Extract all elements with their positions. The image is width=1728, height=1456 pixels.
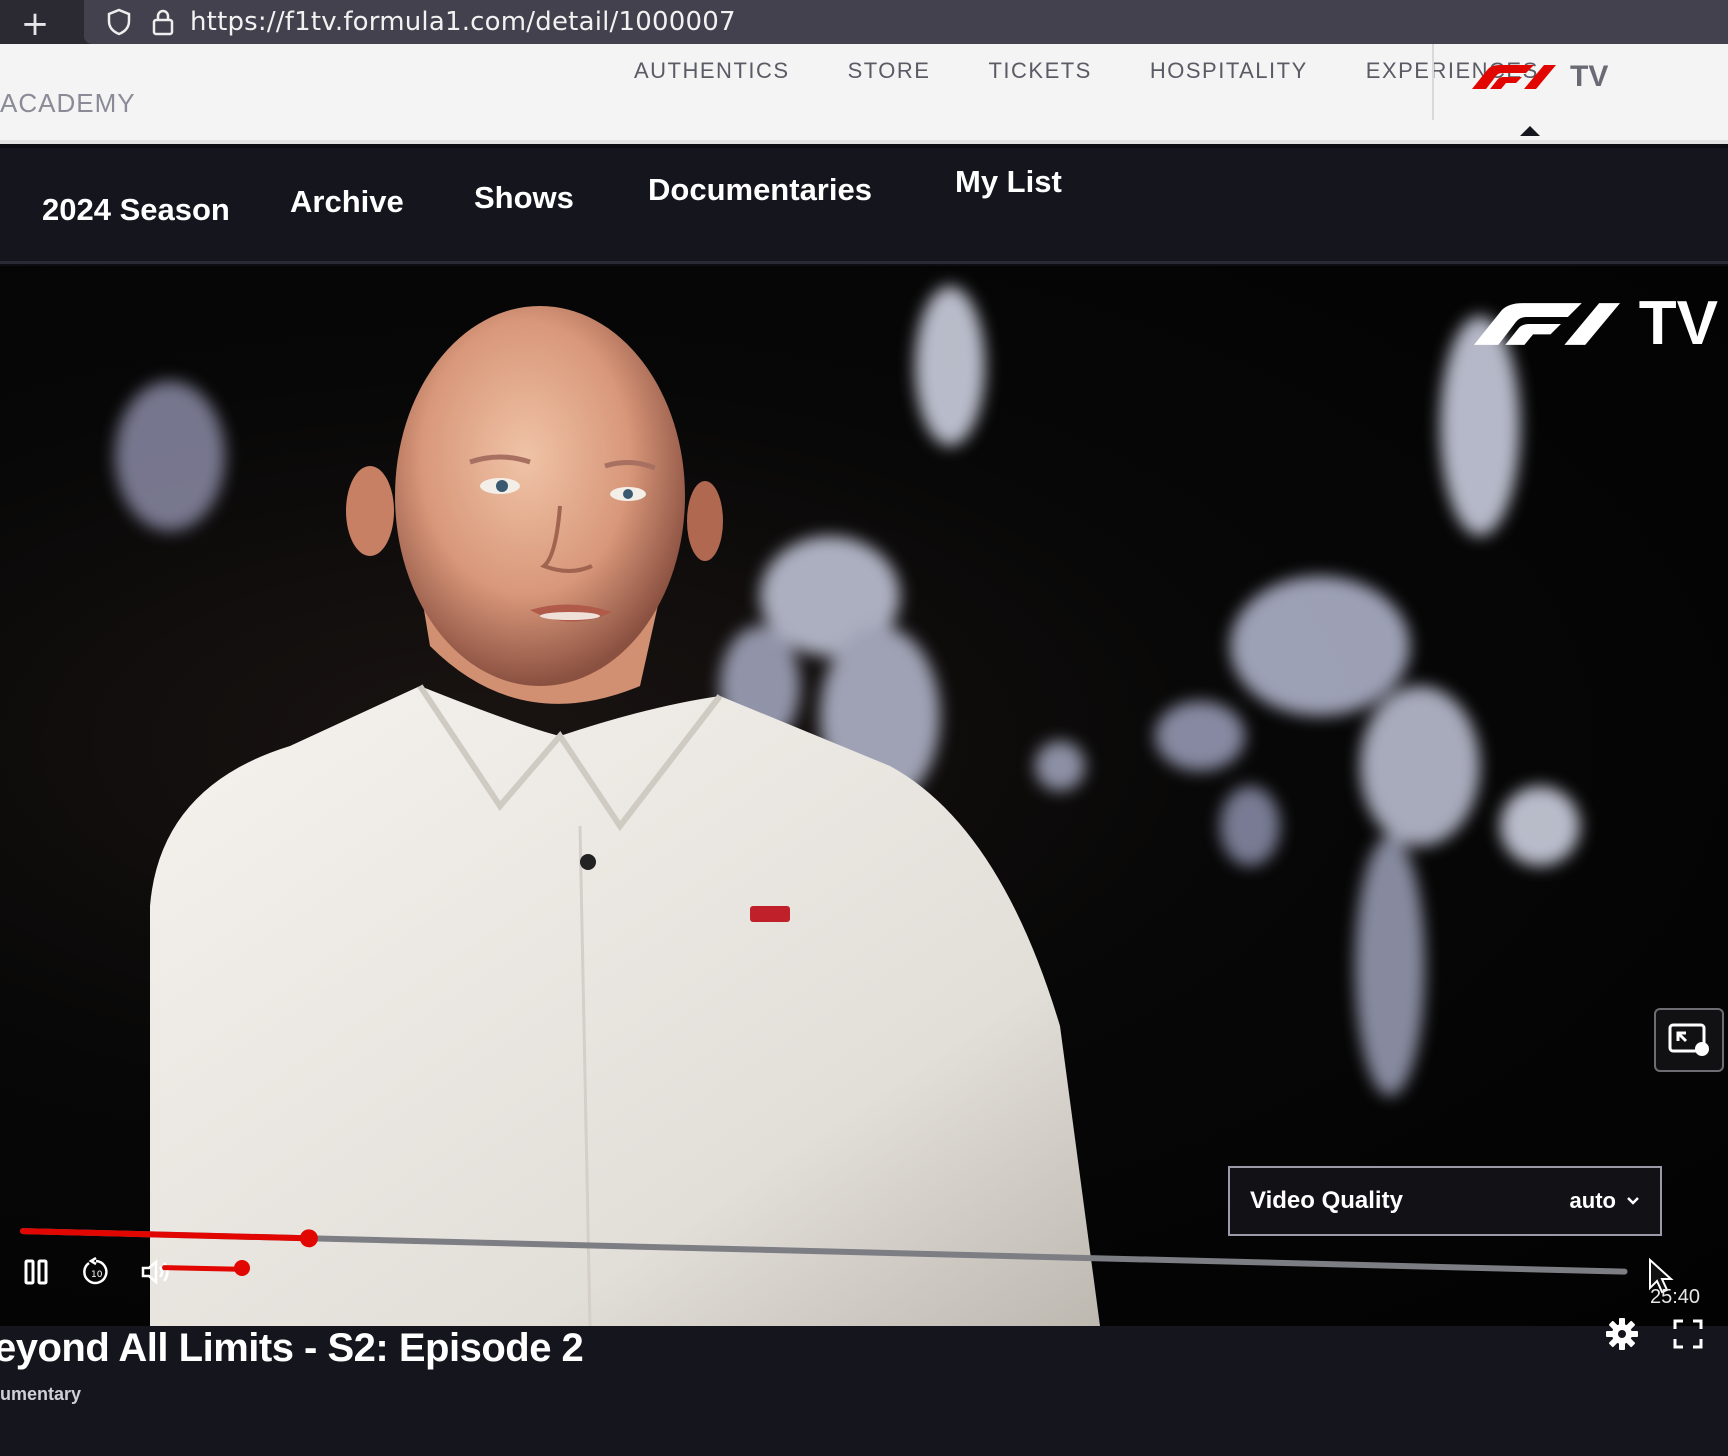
active-caret	[1520, 126, 1540, 136]
browser-toolbar: + https://f1tv.formula1.com/detail/10000…	[0, 0, 1728, 48]
rewind-10-icon: 10	[83, 1257, 108, 1285]
player-settings-controls	[1604, 1316, 1706, 1352]
rewind-10-button[interactable]: 10	[78, 1254, 114, 1290]
nav-academy-link[interactable]: ACADEMY	[0, 88, 136, 119]
nav-tickets-link[interactable]: TICKETS	[988, 58, 1091, 84]
pause-icon	[24, 1259, 48, 1285]
lock-icon[interactable]	[146, 7, 180, 37]
episode-title: eyond All Limits - S2: Episode 2	[0, 1326, 584, 1370]
player-controls: 10	[18, 1254, 174, 1290]
video-quality-select[interactable]: auto	[1570, 1188, 1640, 1214]
nav-my-list[interactable]: My List	[955, 164, 1062, 200]
gear-icon	[1606, 1318, 1638, 1350]
nav-2024-season[interactable]: 2024 Season	[42, 192, 230, 228]
shield-icon[interactable]	[102, 7, 136, 37]
volume-button[interactable]	[138, 1254, 174, 1290]
f1tv-main-nav: 2024 Season Archive Shows Documentaries …	[0, 148, 1728, 264]
settings-button[interactable]	[1604, 1316, 1640, 1352]
picture-in-picture-button[interactable]	[1654, 1008, 1724, 1072]
fullscreen-icon	[1673, 1319, 1703, 1349]
nav-archive[interactable]: Archive	[290, 184, 404, 220]
time-remaining: 25:40	[1650, 1286, 1701, 1308]
video-player[interactable]: TV Video Quality auto 10 25:40	[0, 266, 1728, 1326]
new-tab-button[interactable]: +	[0, 4, 70, 44]
url-text: https://f1tv.formula1.com/detail/1000007	[190, 7, 736, 37]
video-quality-menu[interactable]: Video Quality auto	[1228, 1166, 1662, 1236]
nav-shows[interactable]: Shows	[474, 180, 574, 216]
fullscreen-button[interactable]	[1670, 1316, 1706, 1352]
f1tv-nav-suffix: TV	[1570, 60, 1609, 93]
f1tv-nav-logo[interactable]: TV	[1468, 60, 1608, 94]
plus-icon: +	[20, 4, 50, 44]
f1tv-watermark: TV	[1467, 288, 1718, 359]
f1-logo-icon	[1472, 65, 1556, 89]
volume-handle[interactable]	[234, 1260, 250, 1276]
video-quality-value: auto	[1569, 1188, 1616, 1213]
f1-logo-icon	[1473, 302, 1620, 345]
svg-text:10: 10	[91, 1270, 103, 1280]
nav-store-link[interactable]: STORE	[848, 58, 931, 84]
episode-info: eyond All Limits - S2: Episode 2 umentar…	[0, 1326, 1728, 1456]
episode-category: umentary	[0, 1384, 82, 1404]
nav-documentaries[interactable]: Documentaries	[648, 172, 872, 208]
pause-button[interactable]	[18, 1254, 54, 1290]
volume-icon	[141, 1259, 169, 1285]
nav-authentics-link[interactable]: AUTHENTICS	[634, 58, 790, 84]
picture-in-picture-icon	[1668, 1023, 1709, 1056]
chevron-down-icon	[1627, 1197, 1639, 1205]
video-quality-label: Video Quality	[1250, 1187, 1403, 1214]
top-nav-menu: AUTHENTICS STORE TICKETS HOSPITALITY EXP…	[634, 58, 1597, 84]
f1tv-watermark-suffix: TV	[1638, 289, 1718, 358]
nav-hospitality-link[interactable]: HOSPITALITY	[1150, 58, 1308, 84]
address-bar[interactable]: https://f1tv.formula1.com/detail/1000007	[84, 0, 1728, 44]
site-top-nav: ACADEMY AUTHENTICS STORE TICKETS HOSPITA…	[0, 44, 1728, 144]
nav-divider	[1432, 44, 1434, 120]
